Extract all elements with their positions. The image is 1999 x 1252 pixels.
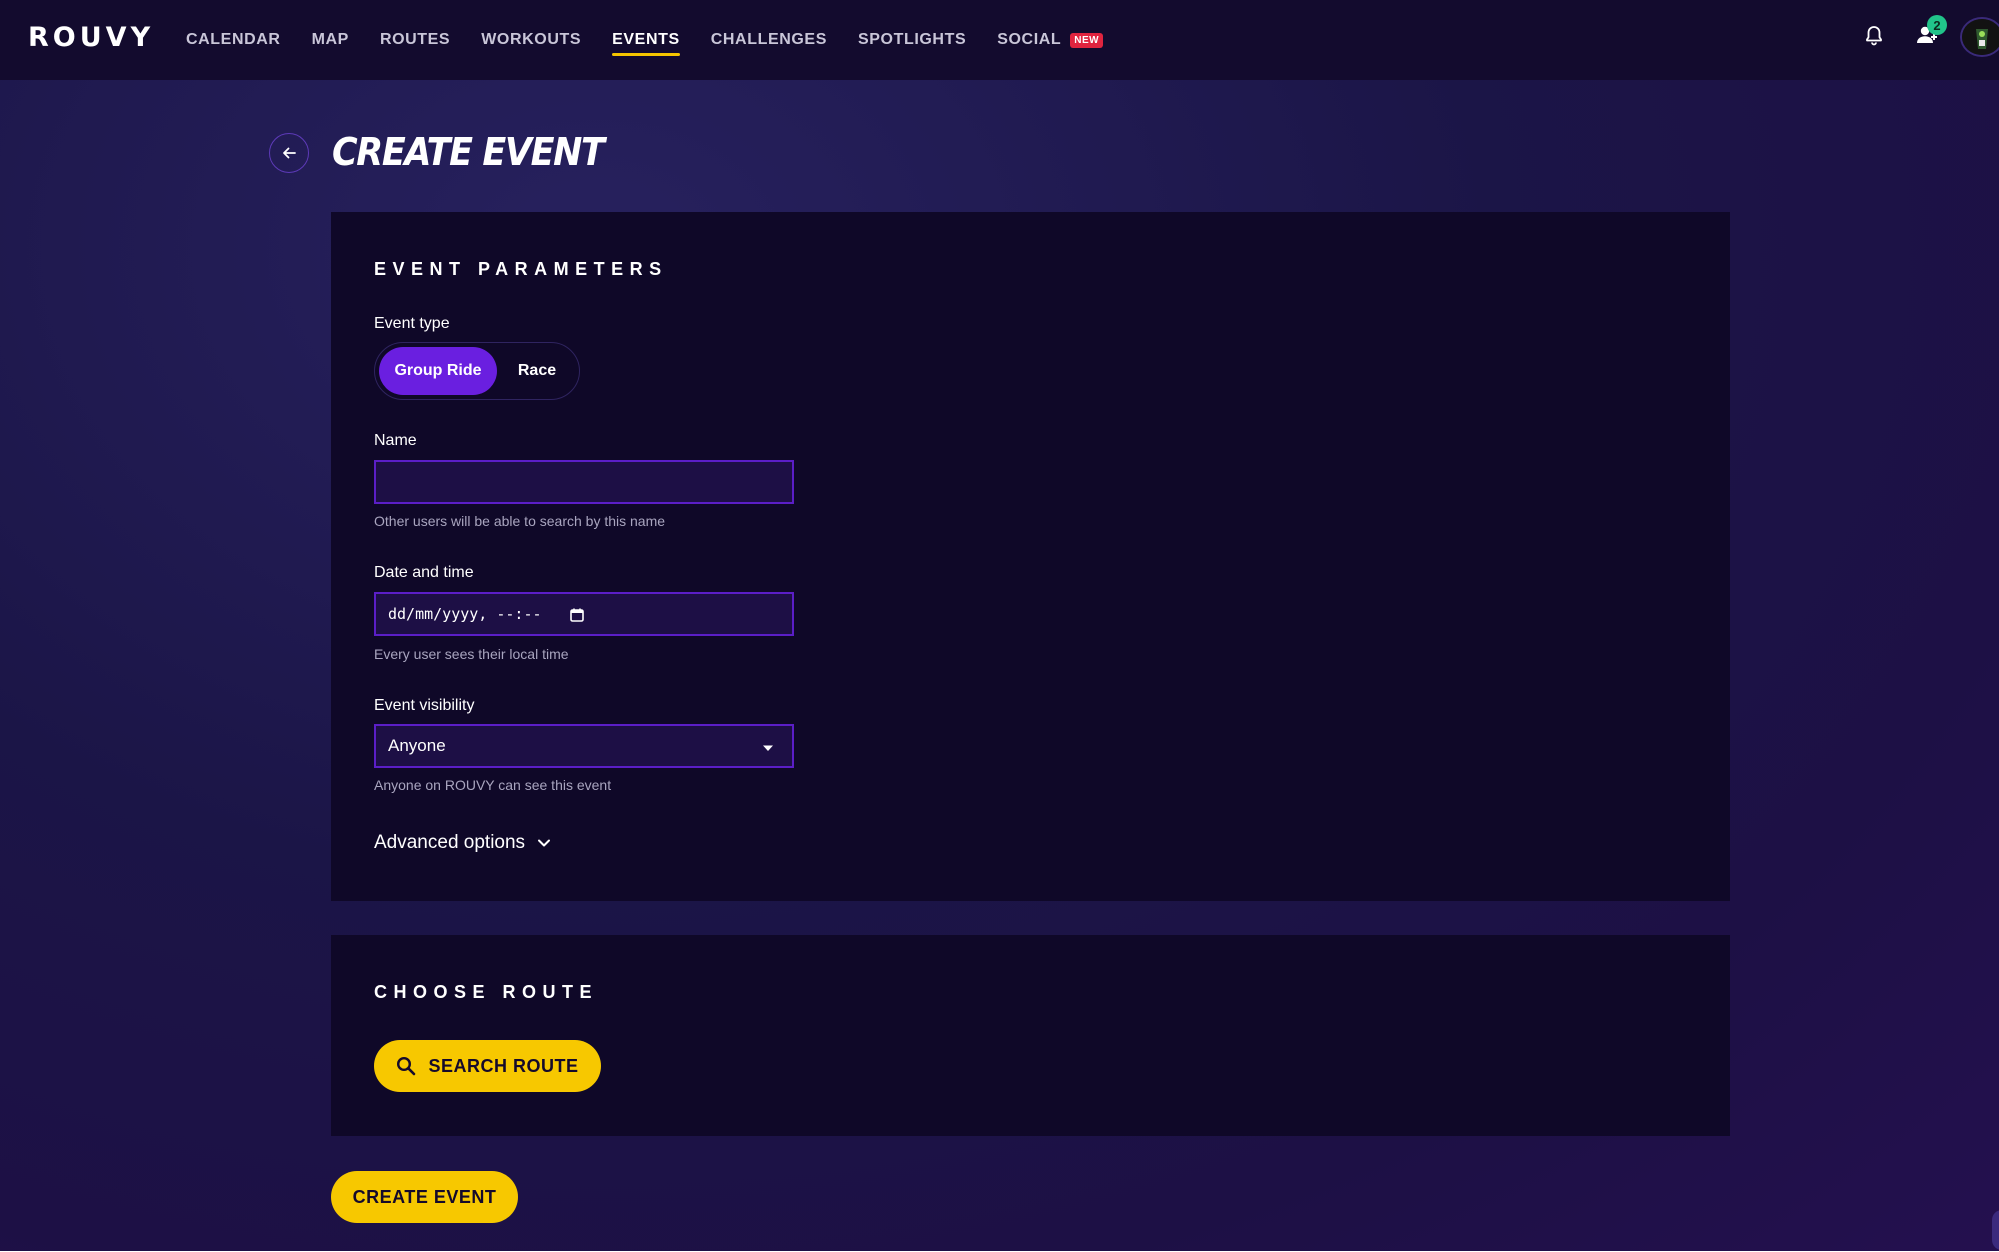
caret-down-icon <box>763 745 773 751</box>
visibility-select[interactable]: Anyone <box>374 724 794 768</box>
event-parameters-heading: EVENT PARAMETERS <box>374 259 668 279</box>
nav-workouts[interactable]: WORKOUTS <box>481 0 581 80</box>
choose-route-heading: CHOOSE ROUTE <box>374 982 599 1002</box>
nav-map[interactable]: MAP <box>312 0 349 80</box>
choose-route-panel: CHOOSE ROUTE SEARCH ROUTE <box>331 935 1730 1136</box>
back-arrow-icon <box>283 147 296 159</box>
visibility-label: Event visibility <box>374 697 475 714</box>
name-field <box>374 460 794 504</box>
rouvy-logo[interactable]: ROUVY <box>28 22 154 53</box>
event-type-race[interactable]: Race <box>499 347 575 395</box>
nav-challenges[interactable]: CHALLENGES <box>711 0 827 80</box>
bell-icon[interactable] <box>1862 24 1886 48</box>
event-parameters-panel: EVENT PARAMETERS Event type Group Ride R… <box>331 212 1730 901</box>
name-helper-text: Other users will be able to search by th… <box>374 513 666 529</box>
top-navigation: ROUVY CALENDAR MAP ROUTES WORKOUTS EVENT… <box>0 0 1999 80</box>
main-nav: CALENDAR MAP ROUTES WORKOUTS EVENTS CHAL… <box>186 0 1134 80</box>
nav-spotlights[interactable]: SPOTLIGHTS <box>858 0 966 80</box>
search-route-label: SEARCH ROUTE <box>428 1055 579 1076</box>
name-label: Name <box>374 432 417 449</box>
search-icon <box>397 1056 416 1076</box>
nav-routes[interactable]: ROUTES <box>380 0 450 80</box>
visibility-helper-text: Anyone on ROUVY can see this event <box>374 777 612 793</box>
chevron-down-icon <box>538 839 551 847</box>
date-time-value: dd/mm/yyyy, --:-- <box>388 605 542 623</box>
new-badge: NEW <box>1070 32 1104 48</box>
event-type-group-ride[interactable]: Group Ride <box>379 347 497 395</box>
search-route-button[interactable]: SEARCH ROUTE <box>374 1040 601 1092</box>
advanced-options-toggle[interactable]: Advanced options <box>374 832 551 854</box>
back-button[interactable] <box>269 133 309 173</box>
advanced-options-label: Advanced options <box>374 832 526 853</box>
avatar-image <box>1962 19 1999 55</box>
date-time-helper-text: Every user sees their local time <box>374 646 569 662</box>
nav-social[interactable]: SOCIAL NEW <box>997 0 1104 80</box>
event-type-label: Event type <box>374 315 450 332</box>
app-window: ROUVY CALENDAR MAP ROUTES WORKOUTS EVENT… <box>0 0 1999 1251</box>
floating-help-button[interactable] <box>1992 1210 1999 1250</box>
date-time-input[interactable]: dd/mm/yyyy, --:-- <box>374 592 794 636</box>
avatar[interactable] <box>1960 17 1999 57</box>
nav-calendar[interactable]: CALENDAR <box>186 0 281 80</box>
date-time-label: Date and time <box>374 564 474 581</box>
calendar-icon[interactable] <box>569 607 585 623</box>
name-input[interactable] <box>388 462 780 502</box>
event-type-toggle: Group Ride Race <box>374 342 580 400</box>
visibility-value: Anyone <box>388 736 446 755</box>
friends-count-badge: 2 <box>1927 15 1947 35</box>
nav-social-label: SOCIAL <box>997 31 1062 48</box>
create-event-button[interactable]: CREATE EVENT <box>331 1171 518 1223</box>
page-title: CREATE EVENT <box>332 130 605 174</box>
nav-events[interactable]: EVENTS <box>612 0 680 80</box>
